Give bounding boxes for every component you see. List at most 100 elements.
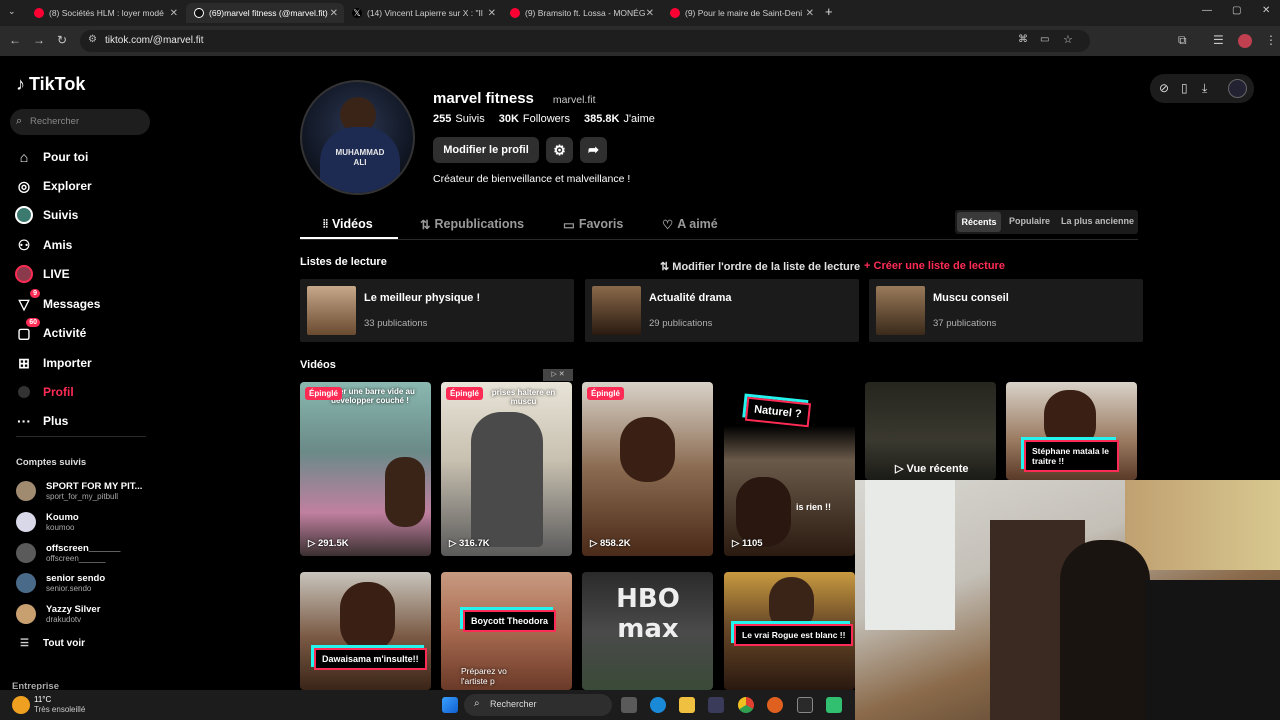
close-window-icon[interactable]: ✕: [1262, 5, 1270, 16]
following-account[interactable]: SPORT FOR MY PIT... sport_for_my_pitbull: [16, 478, 142, 504]
see-all-link[interactable]: ☰ Tout voir: [20, 638, 85, 649]
nav-messages[interactable]: ▽ 9 Messages: [14, 289, 100, 315]
video-card[interactable]: Stéphane matala le traitre !!: [1006, 382, 1137, 480]
gear-icon: ⚙: [553, 141, 566, 158]
playlist-thumbnail: [592, 286, 641, 335]
tiktok-logo[interactable]: ♪ TikTok: [16, 74, 85, 95]
tab-favoris[interactable]: ▭ Favoris: [563, 214, 623, 234]
following-account[interactable]: Koumo koumoo: [16, 509, 79, 535]
youtube-icon: [670, 8, 680, 18]
search-input[interactable]: ⌕ Rechercher: [10, 109, 150, 135]
user-avatar[interactable]: [1228, 79, 1247, 98]
app-icon[interactable]: [797, 697, 813, 713]
bookmark-star-icon[interactable]: ☆: [1063, 33, 1073, 46]
video-card[interactable]: Lever une barre vide au développer couch…: [300, 382, 431, 556]
browser-tab-1[interactable]: (8) Sociétés HLM : loyer modé ✕: [26, 3, 184, 23]
nav-live[interactable]: LIVE: [14, 263, 70, 285]
video-card[interactable]: Boycott Theodora Préparez vo l'artiste p: [441, 572, 572, 690]
reload-icon[interactable]: ↻: [57, 33, 67, 47]
download-icon[interactable]: ⤓: [1202, 81, 1207, 96]
forward-icon[interactable]: →: [33, 33, 45, 47]
nav-importer[interactable]: ⊞ Importer: [14, 352, 92, 374]
tab-list-chevron-icon[interactable]: ⌄: [8, 6, 16, 17]
close-tab-icon[interactable]: ✕: [646, 8, 654, 19]
playlist-card[interactable]: Muscu conseil 37 publications: [869, 279, 1143, 342]
taskbar-search[interactable]: ⌕ Rechercher: [464, 694, 612, 716]
following-stat[interactable]: Suivis: [455, 113, 484, 125]
nav-pour-toi[interactable]: ⌂ Pour toi: [14, 146, 89, 168]
minimize-icon[interactable]: —: [1202, 5, 1212, 16]
chrome-icon[interactable]: [738, 697, 754, 713]
nav-plus[interactable]: ··· Plus: [14, 410, 68, 432]
video-card[interactable]: Épinglé ▷ 858.2K: [582, 382, 713, 556]
windows-start-icon[interactable]: [442, 697, 458, 713]
sort-popular[interactable]: Populaire: [1009, 216, 1050, 226]
video-card[interactable]: HBO max: [582, 572, 713, 690]
nav-profil[interactable]: Profil: [14, 381, 74, 403]
browser-tab-5[interactable]: (9) Pour le maire de Saint-Deni ✕: [662, 3, 820, 23]
back-icon[interactable]: ←: [9, 33, 21, 47]
create-playlist-button[interactable]: + Créer une liste de lecture: [864, 260, 1005, 272]
sort-recent[interactable]: Récents: [957, 212, 1001, 232]
translate-icon[interactable]: ⌘: [1018, 34, 1028, 45]
cast-icon[interactable]: ▭: [1040, 34, 1049, 45]
heart-icon: ♡: [662, 217, 674, 232]
close-tab-icon[interactable]: ✕: [330, 8, 338, 19]
task-view-icon[interactable]: [621, 697, 637, 713]
nav-suivis[interactable]: Suivis: [14, 204, 78, 226]
maximize-icon[interactable]: ▢: [1232, 5, 1241, 16]
nav-activite[interactable]: ▢ 60 Activité: [14, 318, 86, 344]
avatar: [16, 543, 36, 563]
browser-avatar[interactable]: [1238, 34, 1252, 48]
followers-stat[interactable]: Followers: [523, 113, 570, 125]
video-card[interactable]: Dawaisama m'insulte!!: [300, 572, 431, 690]
nav-amis[interactable]: ⚇ Amis: [14, 234, 73, 256]
app-icon[interactable]: [826, 697, 842, 713]
close-tab-icon[interactable]: ✕: [806, 8, 814, 19]
profile-menu-icon[interactable]: ☰: [1213, 33, 1224, 47]
video-card[interactable]: Le vrai Rogue est blanc !!: [724, 572, 855, 690]
file-explorer-icon[interactable]: [679, 697, 695, 713]
new-tab-icon[interactable]: +: [825, 4, 833, 19]
views-count: ▷ 291.5K: [308, 538, 349, 549]
video-card[interactable]: Naturel ? is rien !! ▷ 1105: [724, 382, 855, 556]
playlist-card[interactable]: Actualité drama 29 publications: [585, 279, 859, 342]
site-info-icon[interactable]: ⚙: [88, 34, 97, 45]
close-tab-icon[interactable]: ✕: [488, 8, 496, 19]
play-icon: ▷: [895, 463, 904, 475]
edge-icon[interactable]: [650, 697, 666, 713]
youtube-icon: [34, 8, 44, 18]
compass-icon[interactable]: ⊘: [1159, 81, 1169, 95]
following-section-title: Comptes suivis: [16, 457, 87, 468]
ad-close-icon[interactable]: ▷ ✕: [543, 369, 573, 381]
sort-control: Récents Populaire La plus ancienne: [955, 210, 1138, 234]
browser-tab-2[interactable]: (69)marvel fitness (@marvel.fit) ✕: [186, 3, 344, 23]
edit-profile-button[interactable]: Modifier le profil: [433, 137, 539, 163]
store-icon[interactable]: [708, 697, 724, 713]
profile-avatar[interactable]: MUHAMMAD ALI: [300, 80, 415, 195]
phone-icon[interactable]: ▯: [1181, 81, 1188, 95]
video-card[interactable]: prises haltere en muscu Épinglé ▷ 316.7K: [441, 382, 572, 556]
sort-oldest[interactable]: La plus ancienne: [1061, 216, 1134, 226]
following-account[interactable]: senior sendo senior.sendo: [16, 570, 105, 596]
close-tab-icon[interactable]: ✕: [170, 8, 178, 19]
following-account[interactable]: Yazzy Silver drakudotv: [16, 601, 100, 627]
browser-tab-4[interactable]: (9) Bramsito ft. Lossa - MONÉG ✕: [502, 3, 660, 23]
nav-explorer[interactable]: ◎ Explorer: [14, 175, 92, 197]
browser-menu-icon[interactable]: ⋮: [1265, 33, 1277, 47]
extensions-icon[interactable]: ⧉: [1178, 33, 1187, 48]
firefox-icon[interactable]: [767, 697, 783, 713]
playlist-card[interactable]: Le meilleur physique ! 33 publications: [300, 279, 574, 342]
tab-republications[interactable]: ⇅ Republications: [420, 214, 524, 234]
following-account[interactable]: offscreen______ offscreen______: [16, 540, 120, 566]
video-caption: Boycott Theodora: [463, 610, 557, 632]
settings-button[interactable]: ⚙: [546, 137, 573, 163]
share-button[interactable]: ➦: [580, 137, 607, 163]
video-card[interactable]: ▷ Vue récente: [865, 382, 996, 480]
reorder-playlists-button[interactable]: ⇅ Modifier l'ordre de la liste de lectur…: [660, 260, 860, 273]
url-field[interactable]: ⚙ tiktok.com/@marvel.fit ⌘ ▭ ☆: [80, 30, 1090, 52]
tiktok-note-icon: ♪: [16, 74, 25, 94]
tab-videos[interactable]: ⦙⦙ Vidéos: [323, 214, 373, 234]
browser-tab-3[interactable]: 𝕏 (14) Vincent Lapierre sur X : "Il ✕: [344, 3, 502, 23]
tab-a-aime[interactable]: ♡ A aimé: [662, 214, 718, 234]
